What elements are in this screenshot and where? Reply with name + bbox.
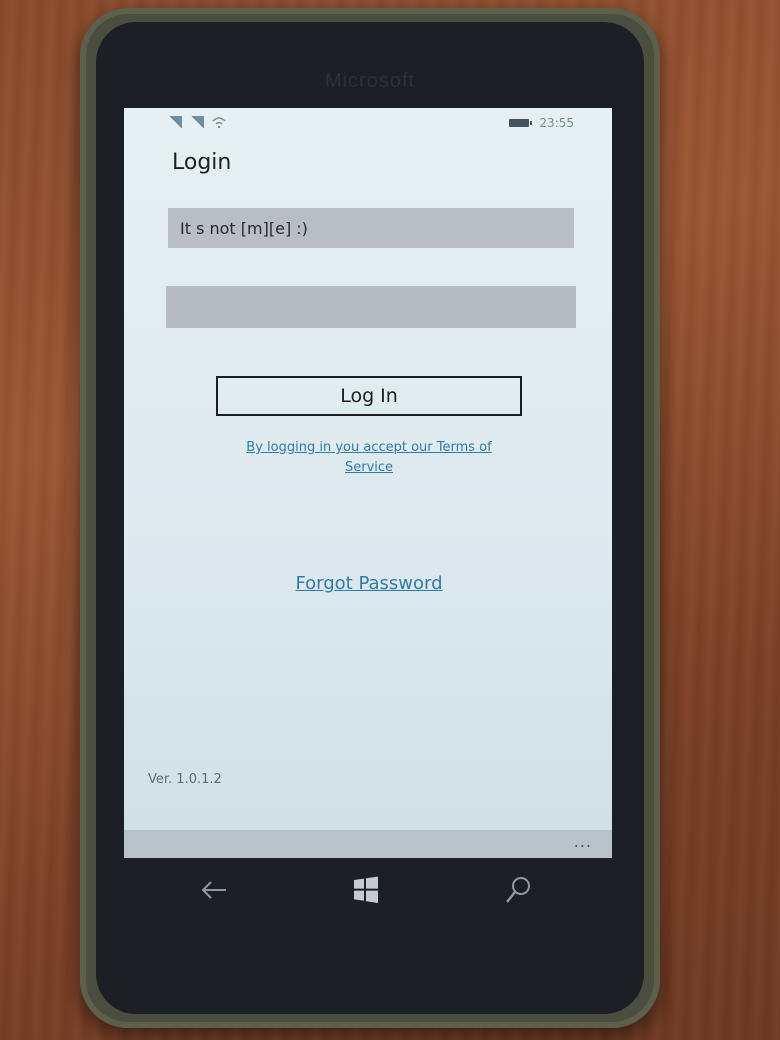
windows-start-icon — [352, 876, 380, 908]
status-right-group: 23:55 — [509, 116, 574, 130]
signal-icon-1 — [168, 116, 182, 128]
wifi-icon — [212, 116, 226, 129]
hardware-nav-bar — [124, 858, 612, 938]
search-button[interactable] — [498, 872, 538, 912]
username-field[interactable]: It s not [m][e] :) — [168, 208, 574, 248]
brand-logo: Microsoft — [324, 70, 416, 92]
version-label: Ver. 1.0.1.2 — [148, 772, 222, 787]
login-button[interactable]: Log In — [216, 376, 522, 416]
app-bar: ... — [124, 830, 612, 858]
terms-of-service-link[interactable]: By logging in you accept our Terms of Se… — [224, 438, 514, 478]
start-button[interactable] — [346, 872, 386, 912]
more-options-button[interactable]: ... — [574, 832, 592, 851]
back-icon — [199, 878, 229, 906]
signal-icon-2 — [190, 116, 204, 128]
password-field[interactable] — [166, 286, 576, 328]
phone-screen: 23:55 Login It s not [m][e] :) Log In By… — [124, 108, 612, 858]
status-time: 23:55 — [539, 116, 574, 130]
back-button[interactable] — [194, 872, 234, 912]
username-value: It s not [m][e] :) — [180, 218, 308, 238]
page-title: Login — [172, 150, 232, 175]
status-left-group — [168, 116, 226, 129]
battery-icon — [509, 119, 533, 127]
forgot-password-link[interactable]: Forgot Password — [224, 573, 514, 594]
status-bar: 23:55 — [124, 108, 612, 138]
search-icon — [504, 875, 532, 909]
